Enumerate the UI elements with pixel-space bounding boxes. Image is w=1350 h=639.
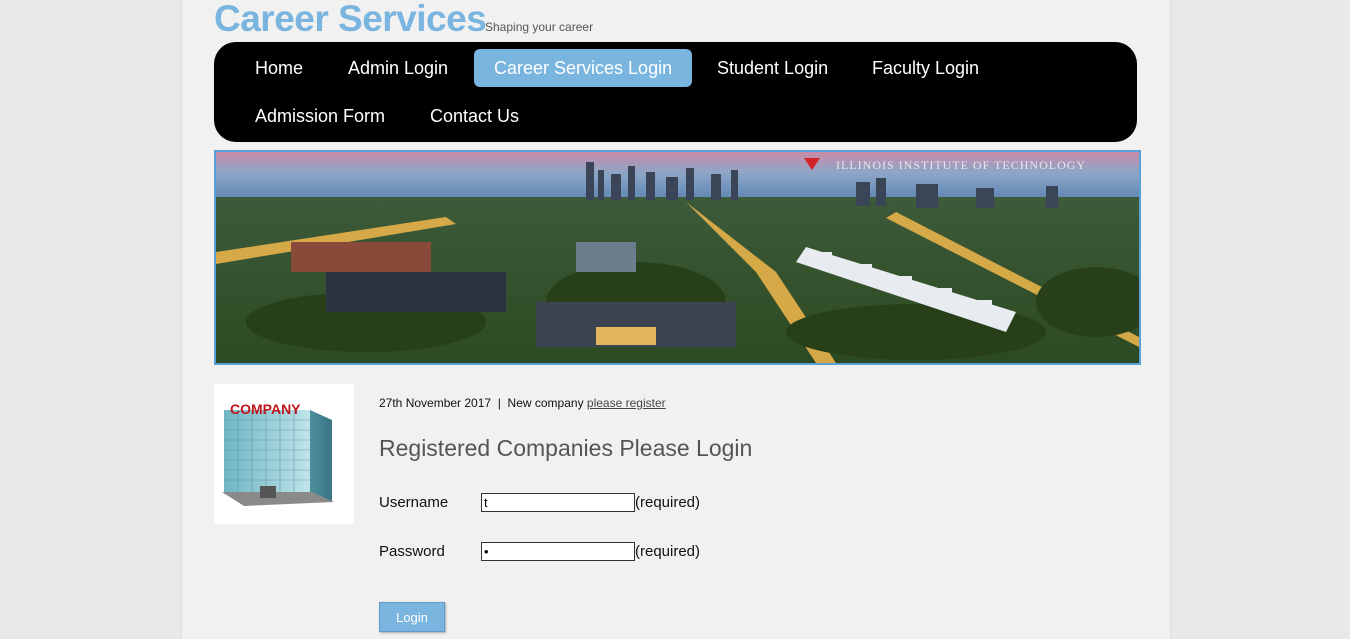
- site-title: Career Services: [214, 0, 487, 39]
- banner-institution-text: ILLINOIS INSTITUTE OF TECHNOLOGY: [836, 158, 1086, 172]
- login-button[interactable]: Login: [379, 602, 445, 632]
- password-input[interactable]: [481, 542, 635, 561]
- nav-item-faculty-login[interactable]: Faculty Login: [852, 49, 999, 87]
- campus-banner: ILLINOIS INSTITUTE OF TECHNOLOGY: [214, 150, 1141, 365]
- info-separator: |: [497, 396, 501, 410]
- company-building-image: COMPANY: [214, 384, 354, 524]
- nav-item-career-services-login[interactable]: Career Services Login: [474, 49, 693, 87]
- username-required-note: (required): [635, 494, 701, 511]
- main-nav: Home Admin Login Career Services Login S…: [214, 42, 1137, 142]
- company-sign-text: COMPANY: [230, 401, 301, 417]
- username-input[interactable]: [481, 493, 635, 512]
- site-tagline: Shaping your career: [485, 20, 594, 34]
- nav-item-admission-form[interactable]: Admission Form: [235, 97, 405, 135]
- username-label: Username: [379, 494, 449, 511]
- nav-item-home[interactable]: Home: [235, 49, 323, 87]
- login-heading: Registered Companies Please Login: [379, 435, 753, 461]
- nav-item-student-login[interactable]: Student Login: [697, 49, 848, 87]
- nav-item-admin-login[interactable]: Admin Login: [328, 49, 468, 87]
- password-required-note: (required): [635, 543, 701, 560]
- nav-item-contact-us[interactable]: Contact Us: [410, 97, 539, 135]
- password-label: Password: [379, 543, 445, 560]
- register-link[interactable]: please register: [587, 396, 666, 410]
- new-company-text: New company: [507, 396, 584, 410]
- current-date: 27th November 2017: [379, 396, 492, 410]
- info-line: 27th November 2017 | New company please …: [379, 396, 666, 410]
